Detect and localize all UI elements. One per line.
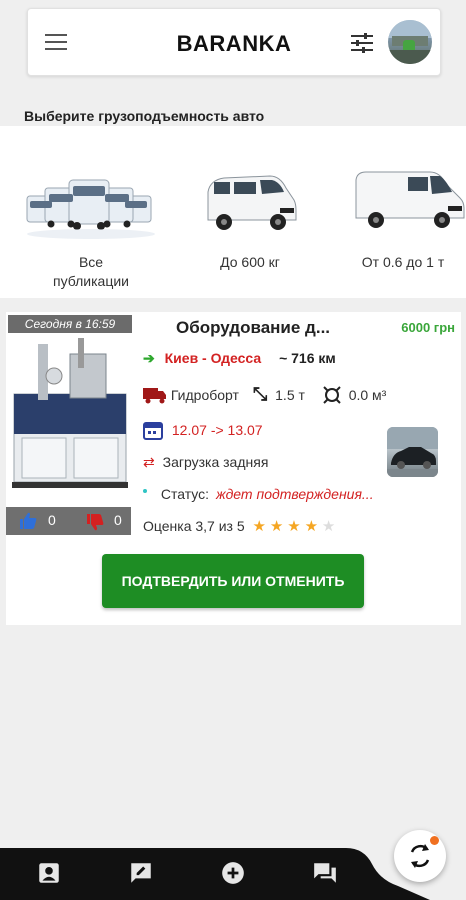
sliders-icon[interactable]	[350, 33, 374, 53]
truck-icon	[143, 388, 166, 404]
route-row: ➔ Киев - Одесса ~ 716 км	[143, 350, 336, 367]
status-value: ждет подтверждения...	[215, 486, 374, 502]
specs-row: Гидроборт ⤡ 1.5 т 0.0 м³	[143, 384, 386, 405]
volume: 0.0 м³	[348, 387, 387, 403]
calendar-icon	[143, 422, 163, 440]
thumb-down-icon[interactable]	[85, 512, 105, 532]
app-title: BARANKA	[176, 31, 292, 56]
confirm-or-cancel-button[interactable]: ПОДТВЕРДИТЬ ИЛИ ОТМЕНИТЬ	[102, 554, 364, 608]
volume-icon	[323, 386, 341, 404]
capacity-categories: Все публикации До 600 кг От 0.6 до 1 т	[0, 126, 466, 298]
star-empty-icon: ★	[321, 518, 336, 535]
loading-row: ⇄ Загрузка задняя	[143, 454, 268, 471]
weight: 1.5 т	[275, 387, 305, 403]
star-icon: ★	[269, 518, 284, 535]
body-type: Гидроборт	[170, 387, 239, 403]
equipment-image	[8, 334, 132, 502]
sync-button[interactable]	[394, 830, 446, 882]
star-icon: ★	[287, 518, 301, 535]
category-0-6-to-1t[interactable]: От 0.6 до 1 т	[340, 126, 466, 298]
chat-icon[interactable]	[312, 860, 338, 886]
rating-row: Оценка 3,7 из 5 ★ ★ ★ ★ ★	[143, 517, 335, 535]
thumb-up-icon[interactable]	[18, 511, 38, 531]
star-icon: ★	[252, 518, 266, 535]
listing-title: Оборудование д...	[176, 318, 331, 337]
notification-dot	[430, 836, 439, 845]
rating-text: Оценка 3,7 из 5	[143, 518, 245, 534]
small-van-image	[207, 175, 297, 230]
likes-count: 0	[48, 512, 56, 528]
edit-message-icon[interactable]	[128, 860, 154, 886]
top-app-bar: BARANKA	[27, 8, 441, 76]
add-circle-icon[interactable]	[220, 860, 246, 886]
distance: ~ 716 км	[279, 350, 336, 366]
votes-bar: 0 0	[6, 507, 131, 535]
truck-fleet-image	[26, 179, 155, 239]
contact-icon[interactable]	[36, 860, 62, 886]
dates-row: 12.07 -> 13.07	[143, 420, 263, 440]
section-label: Выберите грузоподъемность авто	[24, 108, 265, 124]
route: Киев - Одесса	[164, 350, 262, 366]
arrow-right-icon: ➔	[143, 350, 155, 366]
rating-stars: ★ ★ ★ ★ ★	[252, 518, 336, 535]
dislikes-count: 0	[114, 512, 122, 528]
dates: 12.07 -> 13.07	[171, 422, 263, 438]
category-all[interactable]: Все публикации	[18, 126, 164, 298]
category-upto-600kg[interactable]: До 600 кг	[184, 126, 316, 298]
status-row: Статус: ждет подтверждения...	[143, 486, 374, 502]
swap-arrows-icon: ⇄	[143, 454, 155, 470]
resize-icon: ⤡	[252, 384, 268, 404]
status-label: Статус:	[160, 486, 210, 502]
category-label: От 0.6 до 1 т	[361, 254, 445, 270]
loading-type: Загрузка задняя	[162, 454, 269, 470]
vehicle-photo[interactable]	[387, 427, 438, 477]
category-label: До 600 кг	[220, 254, 280, 270]
avatar[interactable]	[388, 20, 432, 64]
category-label: Все публикации	[53, 254, 129, 289]
star-half-icon: ★	[304, 518, 319, 535]
posted-time: Сегодня в 16:59	[8, 315, 132, 333]
status-dot-icon	[143, 489, 147, 493]
listing-card[interactable]: Сегодня в 16:59 0 0 Оборудование д... 60…	[6, 312, 461, 625]
van-image	[355, 171, 465, 228]
listing-price: 6000 грн	[401, 320, 455, 335]
